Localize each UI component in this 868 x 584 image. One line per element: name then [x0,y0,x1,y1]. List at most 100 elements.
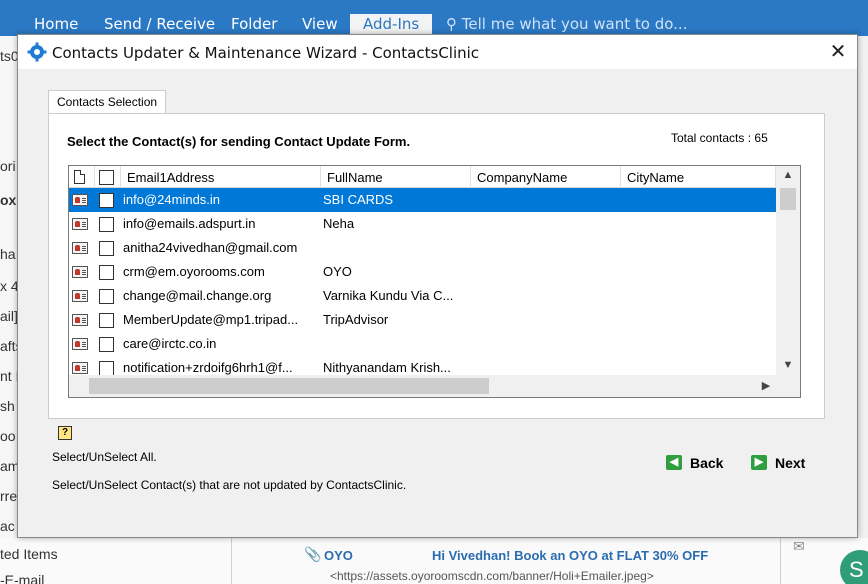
envelope-icon: ✉ [793,538,805,554]
reading-pane-edge [858,36,868,584]
contact-card-icon [72,314,88,326]
tell-me-box[interactable]: ⚲ Tell me what you want to do... [446,14,687,36]
folder-fragment: ail] [0,308,18,324]
column-header-email[interactable]: Email1Address [121,166,321,188]
tell-me-text: Tell me what you want to do... [461,15,688,33]
cell-companyname [477,212,623,236]
row-checkbox[interactable] [99,217,114,232]
gear-icon [27,42,47,62]
cell-fullname: TripAdvisor [323,312,389,327]
cell-cityname [627,188,773,212]
scroll-down-arrow[interactable]: ▼ [776,356,800,374]
pane-divider [231,538,232,584]
column-header-fullname[interactable]: FullName [321,166,471,188]
row-checkbox[interactable] [99,361,114,376]
cell-companyname [477,236,623,260]
message-sender[interactable]: OYO [324,548,353,563]
cell-email: change@mail.change.org [123,288,272,303]
total-contacts-value: 65 [754,131,768,145]
cell-email: anitha24vivedhan@gmail.com [123,240,298,255]
row-checkbox[interactable] [99,337,114,352]
dialog-title: Contacts Updater & Maintenance Wizard - … [52,44,480,62]
contact-card-icon [72,338,88,350]
folder-pane: ts0 ori ox ha x 4 ail] afts nt M sh oo a… [0,36,27,584]
folder-fragment: sh [0,398,15,414]
cell-companyname [477,284,623,308]
next-button-label: Next [775,455,806,471]
vertical-scrollbar[interactable]: ▲ ▼ [776,166,800,375]
message-preview: <https://assets.oyoroomscdn.com/banner/H… [330,569,654,583]
ribbon-tab-view[interactable]: View [302,14,338,36]
cell-fullname [323,236,469,260]
tab-contacts-selection[interactable]: Contacts Selection [48,90,167,114]
table-row[interactable]: anitha24vivedhan@gmail.com [69,236,776,260]
ribbon-tab-send-receive[interactable]: Send / Receive [104,14,215,36]
avatar: S [840,550,868,584]
folder-fragment: ts0 [0,48,19,64]
header-icon-column [69,166,95,188]
header-check-column[interactable] [95,166,121,188]
row-checkbox[interactable] [99,313,114,328]
total-contacts: Total contacts : 65 [671,131,768,145]
contact-card-icon [72,194,88,206]
vertical-scroll-thumb[interactable] [780,188,796,210]
table-row[interactable]: info@emails.adspurt.in Neha [69,212,776,236]
arrow-left-icon: ◀ [666,455,682,470]
cell-fullname: OYO [323,264,352,279]
folder-fragment: ac [0,518,15,534]
cell-cityname [627,332,773,356]
horizontal-scrollbar[interactable]: ▶ [69,375,776,397]
select-not-updated-link[interactable]: Select/UnSelect Contact(s) that are not … [52,478,406,492]
back-button[interactable]: ◀ Back [666,452,736,474]
cell-email: info@emails.adspurt.in [123,216,256,231]
row-checkbox[interactable] [99,289,114,304]
total-contacts-label: Total contacts : [671,131,752,145]
grid-header: Email1Address FullName CompanyName CityN… [69,166,776,188]
document-icon [74,170,85,184]
table-row[interactable]: MemberUpdate@mp1.tripad... TripAdvisor [69,308,776,332]
dialog-titlebar: Contacts Updater & Maintenance Wizard - … [18,35,857,69]
row-checkbox[interactable] [99,265,114,280]
horizontal-scroll-thumb[interactable] [89,378,489,394]
cell-fullname: Neha [323,216,355,231]
select-all-checkbox[interactable] [99,170,114,185]
table-row[interactable]: info@24minds.in SBI CARDS [69,188,776,212]
ribbon-tab-folder[interactable]: Folder [231,14,277,36]
contact-card-icon [72,362,88,374]
arrow-right-icon: ▶ [751,455,767,470]
row-checkbox[interactable] [99,241,114,256]
contact-card-icon [72,242,88,254]
cell-cityname [627,284,773,308]
message-subject[interactable]: Hi Vivedhan! Book an OYO at FLAT 30% OFF [432,548,708,563]
cell-fullname [323,332,469,356]
contact-card-icon [72,290,88,302]
ribbon-tab-add-ins[interactable]: Add-Ins [350,14,433,36]
contact-card-icon [72,218,88,230]
cell-email: crm@em.oyorooms.com [123,264,265,279]
close-button[interactable]: ✕ [823,39,853,65]
select-all-link[interactable]: Select/UnSelect All. [52,450,157,464]
scroll-up-arrow[interactable]: ▲ [776,166,800,184]
ribbon-tab-home[interactable]: Home [34,14,78,36]
paperclip-icon: 📎 [304,546,322,562]
cell-email: care@irctc.co.in [123,336,217,351]
folder-fragment: rre [0,488,18,504]
column-header-cityname[interactable]: CityName [621,166,776,188]
cell-cityname [627,212,773,236]
table-row[interactable]: crm@em.oyorooms.com OYO [69,260,776,284]
table-row[interactable]: change@mail.change.org Varnika Kundu Via … [69,284,776,308]
folder-deleted-items[interactable]: ted Items [0,546,58,562]
cell-email: info@24minds.in [123,192,221,207]
help-icon[interactable]: ? [58,426,72,440]
next-button[interactable]: ▶ Next [751,452,821,474]
row-checkbox[interactable] [99,193,114,208]
mail-list-area: ted Items -E-mail 📎 OYO Hi Vivedhan! Boo… [0,538,868,584]
table-row[interactable]: care@irctc.co.in [69,332,776,356]
back-button-label: Back [690,455,724,471]
column-header-companyname[interactable]: CompanyName [471,166,621,188]
page-title: Select the Contact(s) for sending Contac… [67,134,411,149]
folder-fragment: oo [0,428,16,444]
cell-cityname [627,308,773,332]
scroll-right-arrow[interactable]: ▶ [757,375,775,397]
cell-fullname: Varnika Kundu Via C... [323,288,454,303]
